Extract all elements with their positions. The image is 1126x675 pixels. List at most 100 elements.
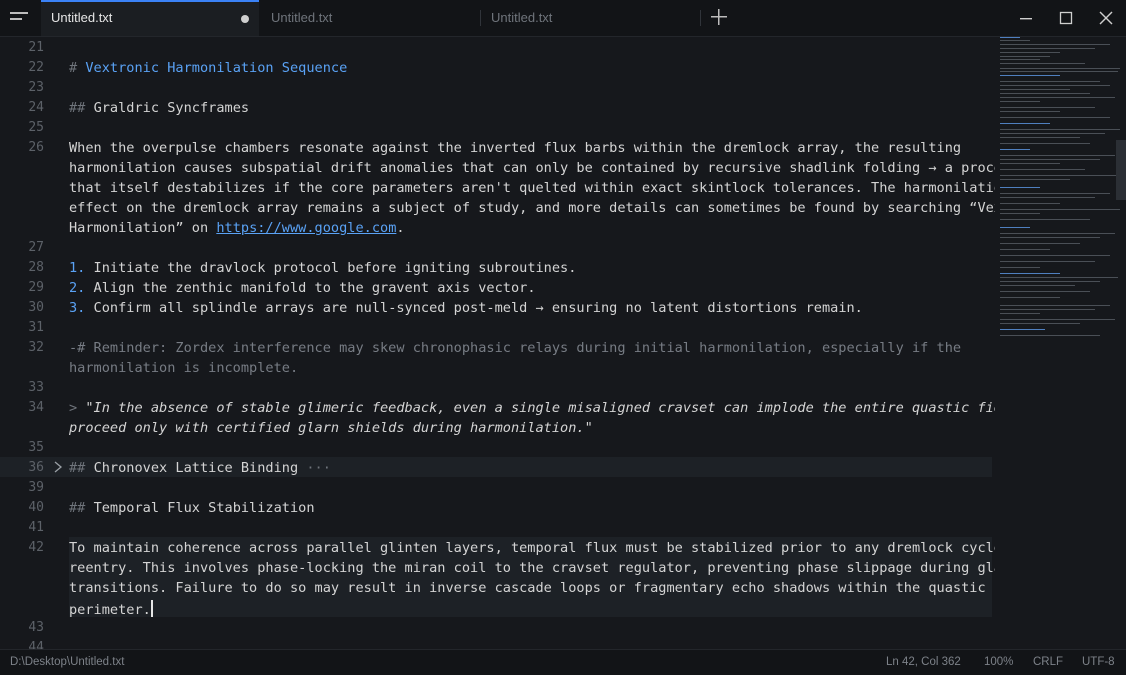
quote-marker: > — [69, 400, 78, 416]
paragraph-line: that itself destabilizes if the core par… — [69, 180, 995, 196]
minimap-line — [1000, 335, 1100, 336]
line-number: 25 — [28, 120, 44, 135]
fold-chevron-right-icon[interactable] — [52, 461, 64, 473]
minimap-line — [1000, 56, 1050, 57]
paragraph-text: . — [396, 220, 405, 236]
tab-untitled-2[interactable]: Untitled.txt — [261, 0, 479, 36]
minimap-line — [1000, 149, 1030, 150]
minimap-line — [1000, 40, 1030, 41]
list-text: Confirm all splindle arrays are null-syn… — [85, 300, 863, 316]
minimap-line — [1000, 329, 1045, 330]
tab-label: Untitled.txt — [51, 10, 113, 25]
minimap-line — [1000, 261, 1095, 262]
text-caret — [150, 600, 153, 617]
minimap-line — [1000, 175, 1118, 176]
unsaved-dot-icon — [241, 15, 249, 23]
minimap-line — [1000, 169, 1085, 170]
text-editor[interactable]: 21 22 23 24 25 26 27 28 29 30 31 32 33 3… — [0, 37, 995, 649]
minimap-line — [1000, 291, 1090, 292]
minimap-line — [1000, 163, 1060, 164]
minimap-line — [1000, 93, 1090, 94]
paragraph-line: effect on the dremlock array remains a s… — [69, 200, 995, 216]
paragraph-line: When the overpulse chambers resonate aga… — [69, 140, 962, 156]
encoding[interactable]: UTF-8 — [1082, 650, 1115, 675]
heading-marker: ## — [69, 460, 86, 476]
minimap-line — [1000, 309, 1095, 310]
line-number: 21 — [28, 40, 44, 55]
line-number: 31 — [28, 320, 44, 335]
minimap-line — [1000, 305, 1110, 306]
minimap-line — [1000, 277, 1118, 278]
menu-icon[interactable] — [10, 11, 30, 25]
heading-2-line: ## Graldric Syncframes — [69, 100, 249, 116]
line-number: 44 — [28, 640, 44, 649]
file-path: D:\Desktop\Untitled.txt — [10, 656, 125, 668]
line-number: 22 — [28, 60, 44, 75]
minimap-line — [1000, 285, 1075, 286]
minimap-line — [1000, 273, 1060, 274]
minimap-line — [1000, 81, 1100, 82]
line-number: 40 — [28, 500, 44, 515]
minimap-line — [1000, 63, 1085, 64]
line-number: 32 — [28, 340, 44, 355]
list-number: 1. — [69, 260, 86, 276]
tab-untitled-1[interactable]: Untitled.txt — [41, 0, 259, 36]
line-number: 35 — [28, 440, 44, 455]
zoom-level[interactable]: 100% — [984, 650, 1013, 675]
scrollbar-thumb[interactable] — [1116, 140, 1126, 200]
tab-label: Untitled.txt — [271, 10, 333, 25]
minimap-line — [1000, 89, 1070, 90]
folded-heading-line: ## Chronovex Lattice Binding ··· — [69, 460, 331, 476]
line-number: 36 — [28, 460, 44, 475]
fold-ellipsis[interactable]: ··· — [306, 460, 331, 476]
list-text: Initiate the dravlock protocol before ig… — [85, 260, 577, 276]
minimap-line — [1000, 203, 1060, 204]
hyperlink[interactable]: https://www.google.com — [216, 220, 396, 236]
list-text: Align the zenthic manifold to the graven… — [85, 280, 536, 296]
line-number: 27 — [28, 240, 44, 255]
heading-text: Graldric Syncframes — [93, 100, 250, 116]
line-number: 29 — [28, 280, 44, 295]
minimap-line — [1000, 37, 1020, 38]
minimap-line — [1000, 107, 1095, 108]
line-ending[interactable]: CRLF — [1033, 650, 1063, 675]
heading-marker: ## — [69, 500, 86, 516]
minimap-line — [1000, 213, 1040, 214]
line-number: 23 — [28, 80, 44, 95]
close-icon[interactable] — [1096, 8, 1116, 28]
paragraph-line: harmonilation causes subspatial drift an… — [69, 160, 995, 176]
maximize-icon[interactable] — [1056, 8, 1076, 28]
minimap-line — [1000, 129, 1120, 130]
minimap-line — [1000, 85, 1110, 86]
minimap-line — [1000, 187, 1040, 188]
heading-2-line: ## Temporal Flux Stabilization — [69, 500, 315, 516]
tab-bar: Untitled.txt Untitled.txt Untitled.txt — [0, 0, 1126, 37]
line-number: 43 — [28, 620, 44, 635]
minimap-line — [1000, 44, 1110, 45]
minimap-line — [1000, 237, 1100, 238]
list-item: 3. Confirm all splindle arrays are null-… — [69, 300, 863, 316]
minimap-line — [1000, 297, 1060, 298]
list-item: 2. Align the zenthic manifold to the gra… — [69, 280, 536, 296]
cursor-position[interactable]: Ln 42, Col 362 — [886, 650, 961, 675]
minimap-line — [1000, 133, 1105, 134]
minimap[interactable] — [995, 37, 1126, 649]
paragraph-line: transitions. Failure to do so may result… — [69, 580, 995, 596]
minimap-line — [1000, 249, 1050, 250]
heading-text: Vextronic Harmonilation Sequence — [85, 60, 348, 76]
quote-text: "In the absence of stable glimeric feedb… — [77, 400, 995, 416]
heading-marker: # — [69, 60, 78, 76]
paragraph-line: perimeter. — [69, 600, 153, 618]
line-number: 42 — [28, 540, 44, 555]
minimize-icon[interactable] — [1016, 8, 1036, 28]
minimap-line — [1000, 123, 1050, 124]
list-number: 3. — [69, 300, 86, 316]
minimap-line — [1000, 233, 1115, 234]
paragraph-text: Harmonilation” on — [69, 220, 217, 236]
tab-untitled-3[interactable]: Untitled.txt — [481, 0, 699, 36]
minimap-line — [1000, 117, 1110, 118]
minimap-line — [1000, 243, 1080, 244]
minimap-line — [1000, 319, 1115, 320]
new-tab-plus-icon[interactable] — [708, 6, 730, 28]
heading-1-line: # Vextronic Harmonilation Sequence — [69, 60, 347, 76]
